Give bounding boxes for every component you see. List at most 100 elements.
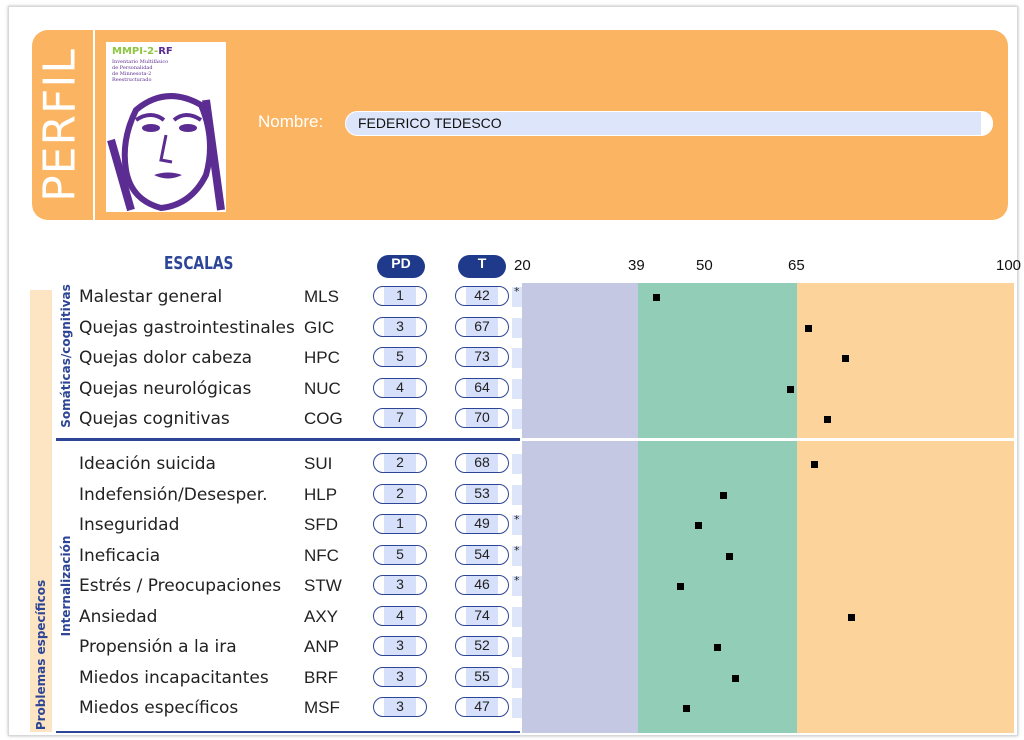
pd-value-field[interactable]: 4 [373, 605, 427, 626]
t-value-field[interactable]: 64 [455, 377, 509, 398]
scale-row: Ansiedad AXY 4 74 [0, 603, 522, 633]
row-tail [512, 317, 522, 338]
flag-asterisk: * [514, 285, 520, 298]
scale-row: Indefensión/Desesper. HLP 2 53 [0, 481, 522, 511]
flag-asterisk: * [514, 543, 520, 557]
scale-name: Quejas gastrointestinales [79, 317, 295, 338]
x-tick-label: 50 [696, 257, 713, 274]
scale-row: Miedos específicos MSF 3 47 [0, 694, 522, 724]
x-tick-label: 39 [628, 257, 645, 274]
nombre-field[interactable]: FEDERICO TEDESCO [345, 111, 993, 136]
scale-abbr: BRF [304, 667, 338, 687]
scale-abbr: HLP [304, 484, 338, 504]
t-score-point-MLS [652, 294, 660, 301]
t-score-point-NFC [725, 552, 733, 560]
t-value-field[interactable]: 53 [455, 483, 509, 504]
scale-row: Quejas cognitivas COG 7 70 [0, 405, 522, 435]
pd-value-field[interactable]: 2 [373, 483, 427, 504]
scale-row: Ineficacia NFC 5 54 * [0, 542, 522, 572]
cover-brand: MMPI-2-RF [112, 46, 173, 57]
scale-name: Indefensión/Desesper. [79, 484, 268, 505]
row-tail [512, 698, 522, 718]
scale-abbr: STW [304, 576, 342, 595]
scale-name: Estrés / Preocupaciones [79, 576, 282, 596]
table-bottom-line [56, 731, 520, 733]
pd-value-field[interactable]: 1 [373, 514, 427, 534]
t-score-point-SFD [695, 522, 703, 529]
scale-name: Ineficacia [79, 545, 161, 566]
pd-column-header: PD [377, 255, 425, 278]
t-value-field[interactable]: 52 [455, 636, 509, 656]
scale-abbr: HPC [304, 348, 340, 367]
t-value-field[interactable]: 70 [455, 408, 509, 428]
flag-asterisk: * [514, 574, 520, 587]
t-score-point-GIC [805, 324, 813, 332]
x-tick-label: 65 [788, 257, 805, 274]
scale-name: Quejas neurológicas [79, 378, 252, 399]
nombre-label: Nombre: [258, 112, 324, 131]
scale-abbr: ANP [304, 637, 339, 656]
t-value-field[interactable]: 67 [455, 316, 509, 337]
pd-value-field[interactable]: 3 [373, 636, 427, 656]
pd-value-field[interactable]: 2 [373, 453, 427, 473]
header-divider [93, 30, 95, 220]
scale-name: Ansiedad [79, 606, 158, 627]
pd-value-field[interactable]: 5 [373, 544, 427, 565]
t-value-field[interactable]: 54 [455, 544, 509, 565]
pd-value-field[interactable]: 3 [373, 316, 427, 337]
t-value-field[interactable]: 68 [455, 453, 509, 473]
scale-abbr: MLS [304, 287, 339, 306]
pd-value-field[interactable]: 1 [373, 286, 427, 306]
pd-value-field[interactable]: 3 [373, 575, 427, 595]
scale-name: Inseguridad [79, 515, 180, 535]
t-value-field[interactable]: 55 [455, 666, 509, 687]
pd-value-field[interactable]: 7 [373, 408, 427, 428]
scale-row: Quejas neurológicas NUC 4 64 [0, 375, 522, 405]
t-score-point-NUC [786, 385, 794, 393]
row-tail [512, 378, 522, 399]
t-score-point-MSF [683, 705, 691, 712]
t-score-point-HLP [719, 491, 727, 499]
chart-group-separator [522, 438, 1014, 441]
group-separator [56, 438, 520, 441]
perfil-title: PERFIL [30, 40, 90, 210]
pd-value-field[interactable]: 3 [373, 697, 427, 717]
row-tail [512, 606, 522, 627]
scale-abbr: NUC [304, 378, 341, 398]
t-score-point-SUI [811, 461, 819, 468]
t-value-field[interactable]: 42 [455, 286, 509, 306]
scale-name: Ideación suicida [79, 454, 216, 474]
scale-row: Inseguridad SFD 1 49 * [0, 511, 522, 541]
row-tail [512, 454, 522, 474]
escalas-heading: ESCALAS [164, 253, 234, 274]
scale-row: Propensión a la ira ANP 3 52 [0, 633, 522, 663]
band-normal [638, 283, 797, 733]
t-value-field[interactable]: 49 [455, 514, 509, 534]
row-tail [512, 348, 522, 368]
scale-name: Quejas dolor cabeza [79, 348, 253, 368]
row-tail [512, 484, 522, 505]
row-tail [512, 409, 522, 429]
row-tail [512, 637, 522, 657]
scale-row: Quejas gastrointestinales GIC 3 67 [0, 314, 522, 344]
pd-value-field[interactable]: 4 [373, 377, 427, 398]
t-value-field[interactable]: 74 [455, 605, 509, 626]
pd-value-field[interactable]: 5 [373, 347, 427, 367]
scale-abbr: NFC [304, 545, 339, 565]
t-score-point-ANP [713, 644, 721, 651]
band-high [797, 283, 1014, 733]
t-value-field[interactable]: 46 [455, 575, 509, 595]
x-tick-label: 100 [996, 257, 1022, 274]
t-value-field[interactable]: 73 [455, 347, 509, 367]
scale-row: Miedos incapacitantes BRF 3 55 [0, 664, 522, 694]
pd-value-field[interactable]: 3 [373, 666, 427, 687]
scale-name: Quejas cognitivas [79, 409, 230, 429]
book-cover-image: MMPI-2-RF Inventario Multifásico de Perso… [106, 42, 226, 212]
t-column-header: T [458, 255, 506, 278]
t-score-point-COG [823, 416, 831, 423]
t-value-field[interactable]: 47 [455, 697, 509, 717]
scale-name: Malestar general [79, 287, 223, 307]
row-tail [512, 667, 522, 688]
x-tick-label: 20 [514, 257, 531, 274]
perfil-title-text: PERFIL [34, 48, 86, 202]
